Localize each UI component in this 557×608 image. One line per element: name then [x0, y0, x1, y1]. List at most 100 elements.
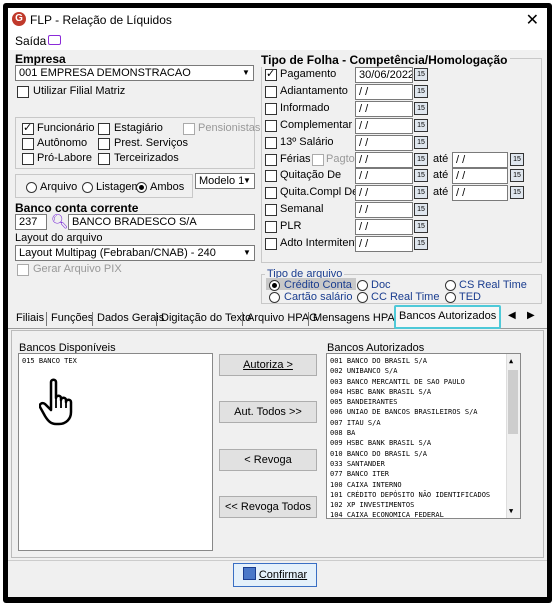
list-item[interactable]: 009 HSBC BANK BRASIL S/A	[330, 438, 504, 448]
calendar-icon[interactable]: 15	[414, 169, 428, 182]
list-item[interactable]: 004 HSBC BANK BRASIL S/A	[330, 387, 504, 397]
scrollbar[interactable]: ▲ ▼	[506, 354, 520, 518]
folha-date-input[interactable]: / /	[355, 219, 413, 235]
layout-select[interactable]: Layout Multipag (Febraban/CNAB) - 240 ▼	[15, 245, 255, 261]
calendar-icon[interactable]: 15	[510, 153, 524, 166]
calendar-icon[interactable]: 15	[414, 186, 428, 199]
filial-matriz-checkbox[interactable]	[17, 86, 29, 98]
folha-date-input[interactable]: / /	[355, 236, 413, 252]
pro-labore-checkbox[interactable]	[22, 153, 34, 165]
folha-date-input[interactable]: / /	[355, 135, 413, 151]
pensionistas-checkbox[interactable]	[183, 123, 195, 135]
arquivo-radio[interactable]	[26, 182, 37, 193]
pix-checkbox[interactable]	[17, 264, 29, 276]
list-item[interactable]: 006 UNIAO DE BANCOS BRASILEIROS S/A	[330, 407, 504, 417]
list-item[interactable]: 077 BANCO ITER	[330, 469, 504, 479]
ambos-radio[interactable]	[136, 182, 147, 193]
calendar-icon[interactable]: 15	[414, 102, 428, 115]
aut-todos-button[interactable]: Aut. Todos >>	[219, 401, 317, 423]
bancos-autorizados-list[interactable]: 001 BANCO DO BRASIL S/A 002 UNIBANCO S/A 0…	[326, 353, 521, 519]
list-item[interactable]: 015 BANCO TEX	[22, 356, 209, 366]
cs-real-time-radio[interactable]	[445, 280, 456, 291]
calendar-icon[interactable]: 15	[510, 169, 524, 182]
funcionario-checkbox[interactable]	[22, 121, 34, 135]
tab-mensagens-hpag[interactable]: Mensagens HPAG	[310, 310, 406, 327]
prest-servicos-checkbox[interactable]	[98, 138, 110, 150]
calendar-icon[interactable]: 15	[414, 237, 428, 250]
folha-checkbox[interactable]	[265, 221, 277, 233]
tab-digitacao-texto[interactable]: Digitação do Texto	[158, 310, 254, 327]
autoriza-button[interactable]: Autoriza >	[219, 354, 317, 376]
chevron-down-icon[interactable]: ▼	[241, 175, 253, 187]
calendar-icon[interactable]: 15	[414, 220, 428, 233]
list-item[interactable]: 003 BANCO MERCANTIL DE SAO PAULO	[330, 377, 504, 387]
tab-scroll-right-icon[interactable]: ▶	[527, 310, 535, 321]
screen-icon[interactable]	[48, 35, 61, 45]
list-item[interactable]: 002 UNIBANCO S/A	[330, 366, 504, 376]
ted-radio[interactable]	[445, 292, 456, 303]
tab-filiais[interactable]: Filiais	[13, 310, 47, 327]
revoga-button[interactable]: < Revoga	[219, 449, 317, 471]
empresa-select[interactable]: 001 EMPRESA DEMONSTRACAO ▼	[15, 65, 254, 81]
estagiario-checkbox[interactable]	[98, 123, 110, 135]
list-item[interactable]: 008 BA	[330, 428, 504, 438]
folha-checkbox[interactable]	[265, 86, 277, 98]
folha-date-input[interactable]: / /	[355, 101, 413, 117]
autonomo-checkbox[interactable]	[22, 138, 34, 150]
calendar-icon[interactable]: 15	[414, 136, 428, 149]
close-icon[interactable]: ✕	[526, 10, 539, 30]
calendar-icon[interactable]: 15	[414, 119, 428, 132]
folha-date-input[interactable]: / /	[355, 84, 413, 100]
calendar-icon[interactable]: 15	[414, 203, 428, 216]
folha-date-input[interactable]: / /	[355, 168, 413, 184]
cartao-salario-radio[interactable]	[269, 292, 280, 303]
modelo-select[interactable]: Modelo 1 ▼	[195, 173, 255, 189]
list-item[interactable]: 001 BANCO DO BRASIL S/A	[330, 356, 504, 366]
folha-checkbox[interactable]	[265, 238, 277, 250]
revoga-todos-button[interactable]: << Revoga Todos	[219, 496, 317, 518]
banco-codigo-input[interactable]: 237	[15, 214, 47, 230]
cc-real-time-radio[interactable]	[357, 292, 368, 303]
tab-bancos-autorizados[interactable]: Bancos Autorizados	[394, 305, 502, 329]
tab-scroll-left-icon[interactable]: ◀	[508, 310, 516, 321]
banco-nome-input[interactable]: BANCO BRADESCO S/A	[68, 214, 255, 230]
chevron-down-icon[interactable]: ▼	[240, 67, 252, 79]
folha-checkbox[interactable]	[265, 187, 277, 199]
folha-checkbox[interactable]	[265, 137, 277, 149]
list-item[interactable]: 033 SANTANDER	[330, 459, 504, 469]
folha-date-end-input[interactable]: / /	[452, 168, 508, 184]
scroll-up-icon[interactable]: ▲	[509, 356, 513, 366]
folha-checkbox[interactable]	[265, 204, 277, 216]
folha-date-end-input[interactable]: / /	[452, 152, 508, 168]
pagto-checkbox[interactable]	[312, 154, 324, 166]
confirmar-button[interactable]: Confirmar	[233, 563, 317, 587]
folha-date-input[interactable]: / /	[355, 118, 413, 134]
folha-checkbox[interactable]	[265, 170, 277, 182]
folha-date-input[interactable]: 30/06/2022	[355, 67, 413, 83]
list-item[interactable]: 100 CAIXA INTERNO	[330, 480, 504, 490]
folha-checkbox[interactable]	[265, 103, 277, 115]
list-item[interactable]: 104 CAIXA ECONOMICA FEDERAL	[330, 510, 504, 518]
calendar-icon[interactable]: 15	[414, 68, 428, 81]
folha-date-input[interactable]: / /	[355, 202, 413, 218]
search-icon[interactable]: 🔍︎	[51, 213, 69, 230]
folha-date-end-input[interactable]: / /	[452, 185, 508, 201]
folha-checkbox[interactable]	[265, 120, 277, 132]
folha-date-input[interactable]: / /	[355, 152, 413, 168]
folha-checkbox[interactable]	[265, 67, 277, 81]
scroll-down-icon[interactable]: ▼	[509, 506, 513, 516]
list-item[interactable]: 005 BANDEIRANTES	[330, 397, 504, 407]
chevron-down-icon[interactable]: ▼	[241, 247, 253, 259]
list-item[interactable]: 102 XP INVESTIMENTOS	[330, 500, 504, 510]
terceirizados-checkbox[interactable]	[98, 153, 110, 165]
list-item[interactable]: 007 ITAU S/A	[330, 418, 504, 428]
credito-conta-radio[interactable]	[269, 280, 280, 291]
menu-saida[interactable]: Saída	[15, 34, 46, 48]
list-item[interactable]: 101 CRÉDITO DEPÓSITO NÃO IDENTIFICADOS	[330, 490, 504, 500]
doc-radio[interactable]	[357, 280, 368, 291]
scroll-thumb[interactable]	[508, 370, 518, 434]
list-item[interactable]: 010 BANCO DO BRASIL S/A	[330, 449, 504, 459]
listagem-radio[interactable]	[82, 182, 93, 193]
tab-funcoes[interactable]: Funções	[48, 310, 96, 327]
folha-date-input[interactable]: / /	[355, 185, 413, 201]
